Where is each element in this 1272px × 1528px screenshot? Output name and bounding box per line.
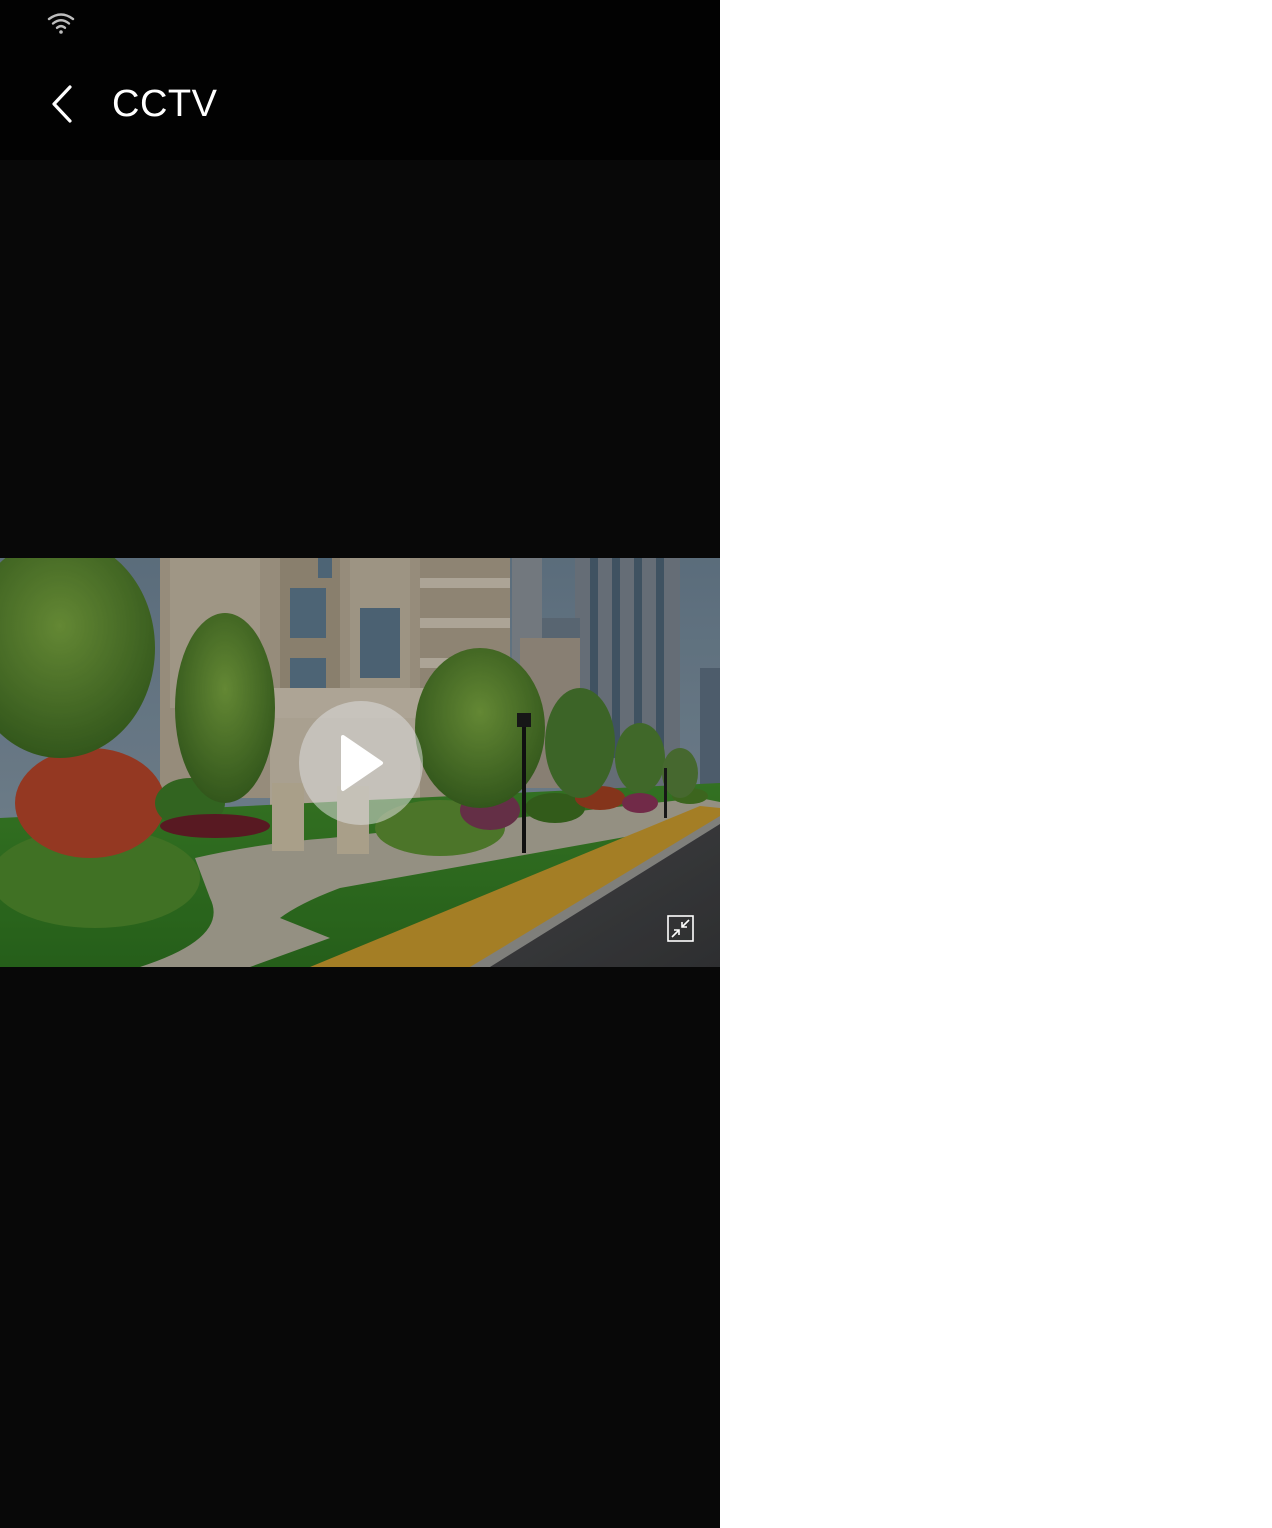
status-bar [0,0,720,48]
page-title: CCTV [112,83,218,125]
exit-fullscreen-icon[interactable] [667,915,694,942]
play-icon [341,735,383,791]
wifi-icon [47,13,75,34]
video-player[interactable] [0,558,720,967]
play-button[interactable] [299,701,423,825]
chevron-left-icon [52,85,72,123]
cctv-screen: CCTV [0,0,720,1528]
back-button[interactable] [36,78,88,130]
app-header: CCTV [0,48,720,160]
